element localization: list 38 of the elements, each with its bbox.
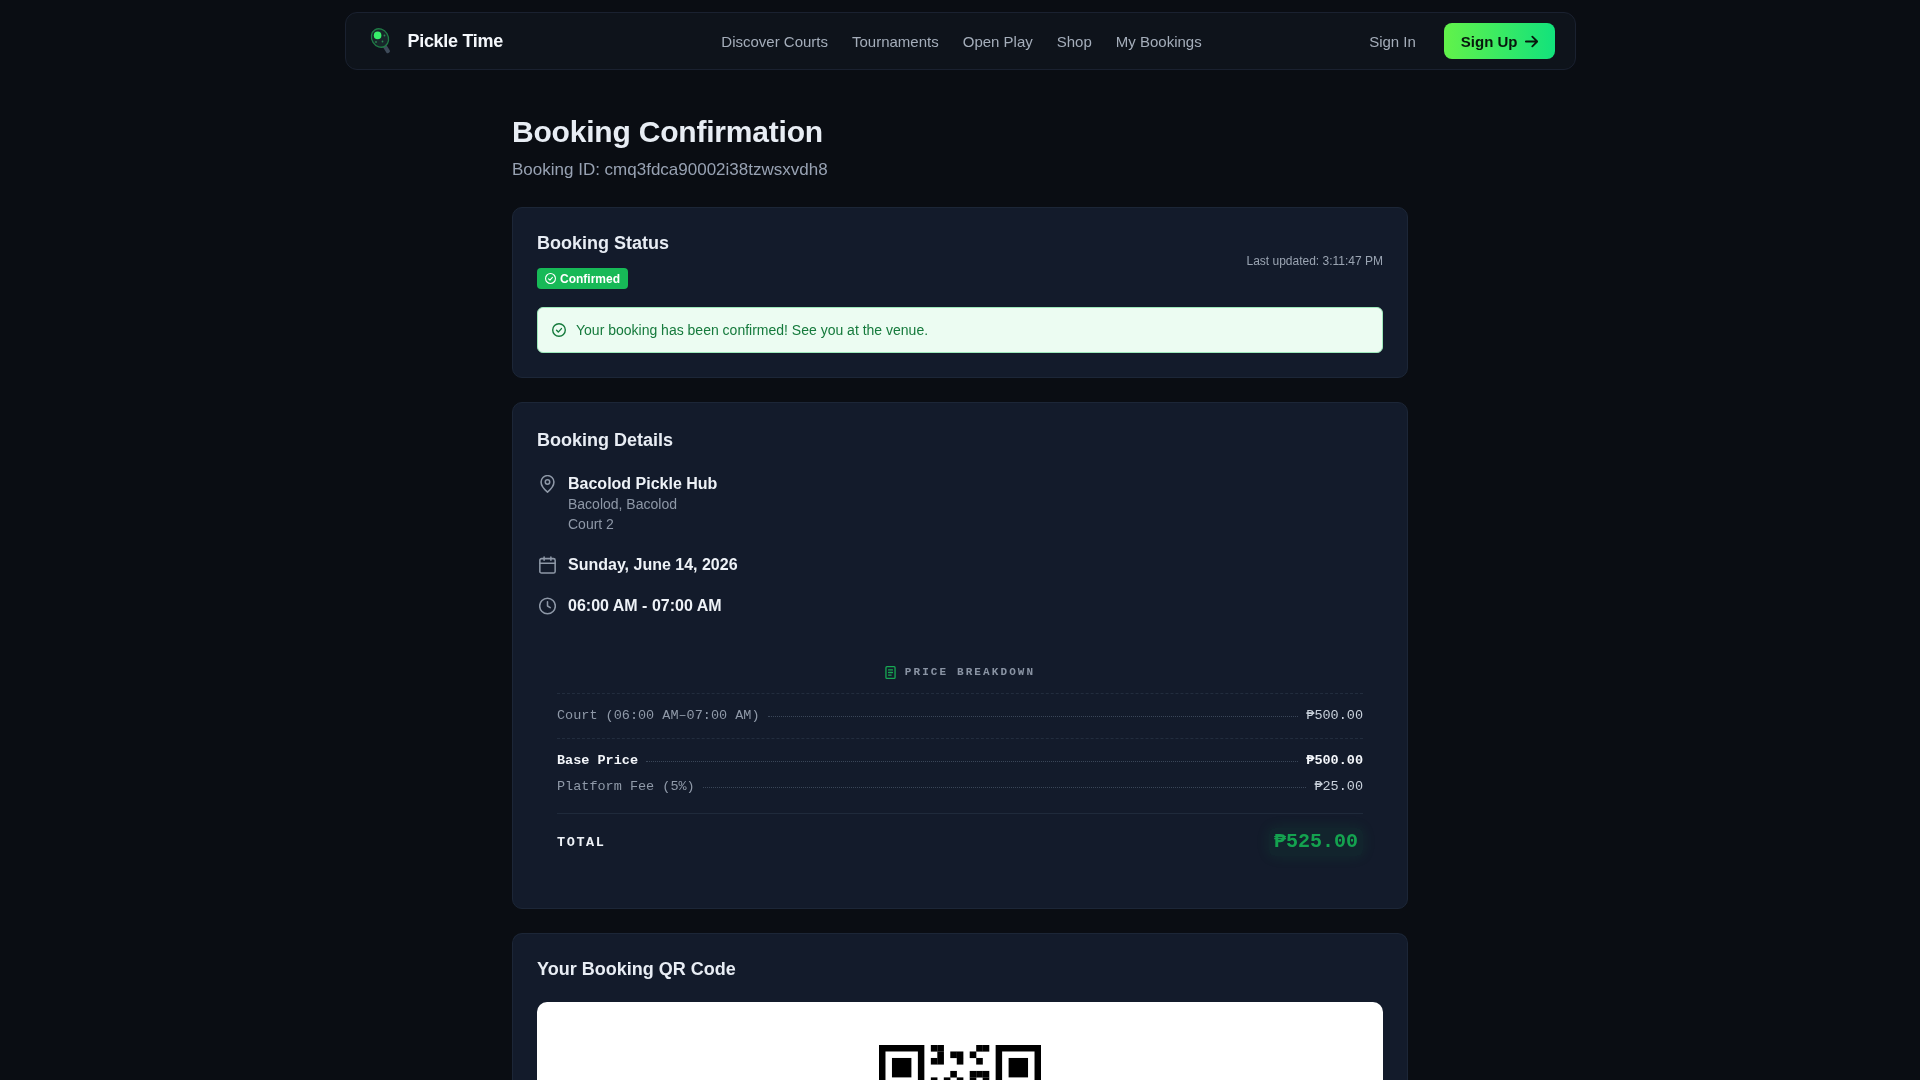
total-amount: ₱525.00 — [1269, 828, 1363, 856]
sign-in-link[interactable]: Sign In — [1369, 32, 1416, 50]
price-amount: ₱500.00 — [1306, 707, 1363, 725]
booking-time: 06:00 AM - 07:00 AM — [568, 596, 722, 616]
document-icon — [884, 665, 896, 679]
nav-link[interactable]: Shop — [1056, 32, 1092, 50]
total-label: TOTAL — [557, 834, 606, 850]
venue-city: Bacolod, Bacolod — [568, 495, 678, 514]
nav-link[interactable]: Tournaments — [852, 32, 939, 50]
court-label: Court 2 — [568, 515, 615, 534]
check-circle-icon — [552, 323, 566, 337]
brand-name[interactable]: Pickle Time — [407, 30, 503, 52]
status-text: Confirmed — [560, 271, 620, 286]
sign-up-button[interactable]: Sign Up — [1443, 23, 1555, 59]
nav-link[interactable]: Open Play — [962, 32, 1033, 50]
card-title: Booking Status — [537, 232, 669, 254]
paddle-and-ball-logo-icon — [368, 27, 393, 55]
map-pin-icon — [539, 475, 556, 493]
price-label: Platform Fee (5%) — [557, 778, 695, 796]
price-amount: ₱500.00 — [1306, 752, 1363, 770]
clock-icon — [539, 597, 556, 615]
arrow-right-icon — [1524, 34, 1538, 48]
venue-name: Bacolod Pickle Hub — [568, 474, 718, 494]
price-label: Court (06:00 AM–07:00 AM) — [557, 707, 760, 725]
booking-id: Booking ID: cmq3fdca90002i38tzwsxvdh8 — [512, 159, 829, 181]
price-label: Base Price — [557, 752, 638, 770]
nav-link[interactable]: My Bookings — [1115, 32, 1202, 50]
nav-link[interactable]: Discover Courts — [721, 32, 828, 50]
alert-message: Your booking has been confirmed! See you at the venue. — [576, 322, 929, 338]
check-circle-icon — [545, 273, 556, 284]
card-title: Your Booking QR Code — [537, 958, 737, 980]
last-updated-text: Last updated: 3:11:47 PM — [1246, 253, 1383, 268]
booking-date: Sunday, June 14, 2026 — [568, 555, 738, 575]
card-title: Booking Details — [537, 429, 675, 451]
price-amount: ₱25.00 — [1314, 778, 1363, 796]
section-heading: PRICE BREAKDOWN — [904, 665, 1036, 679]
page-title: Booking Confirmation — [512, 114, 824, 150]
calendar-icon — [539, 556, 556, 574]
